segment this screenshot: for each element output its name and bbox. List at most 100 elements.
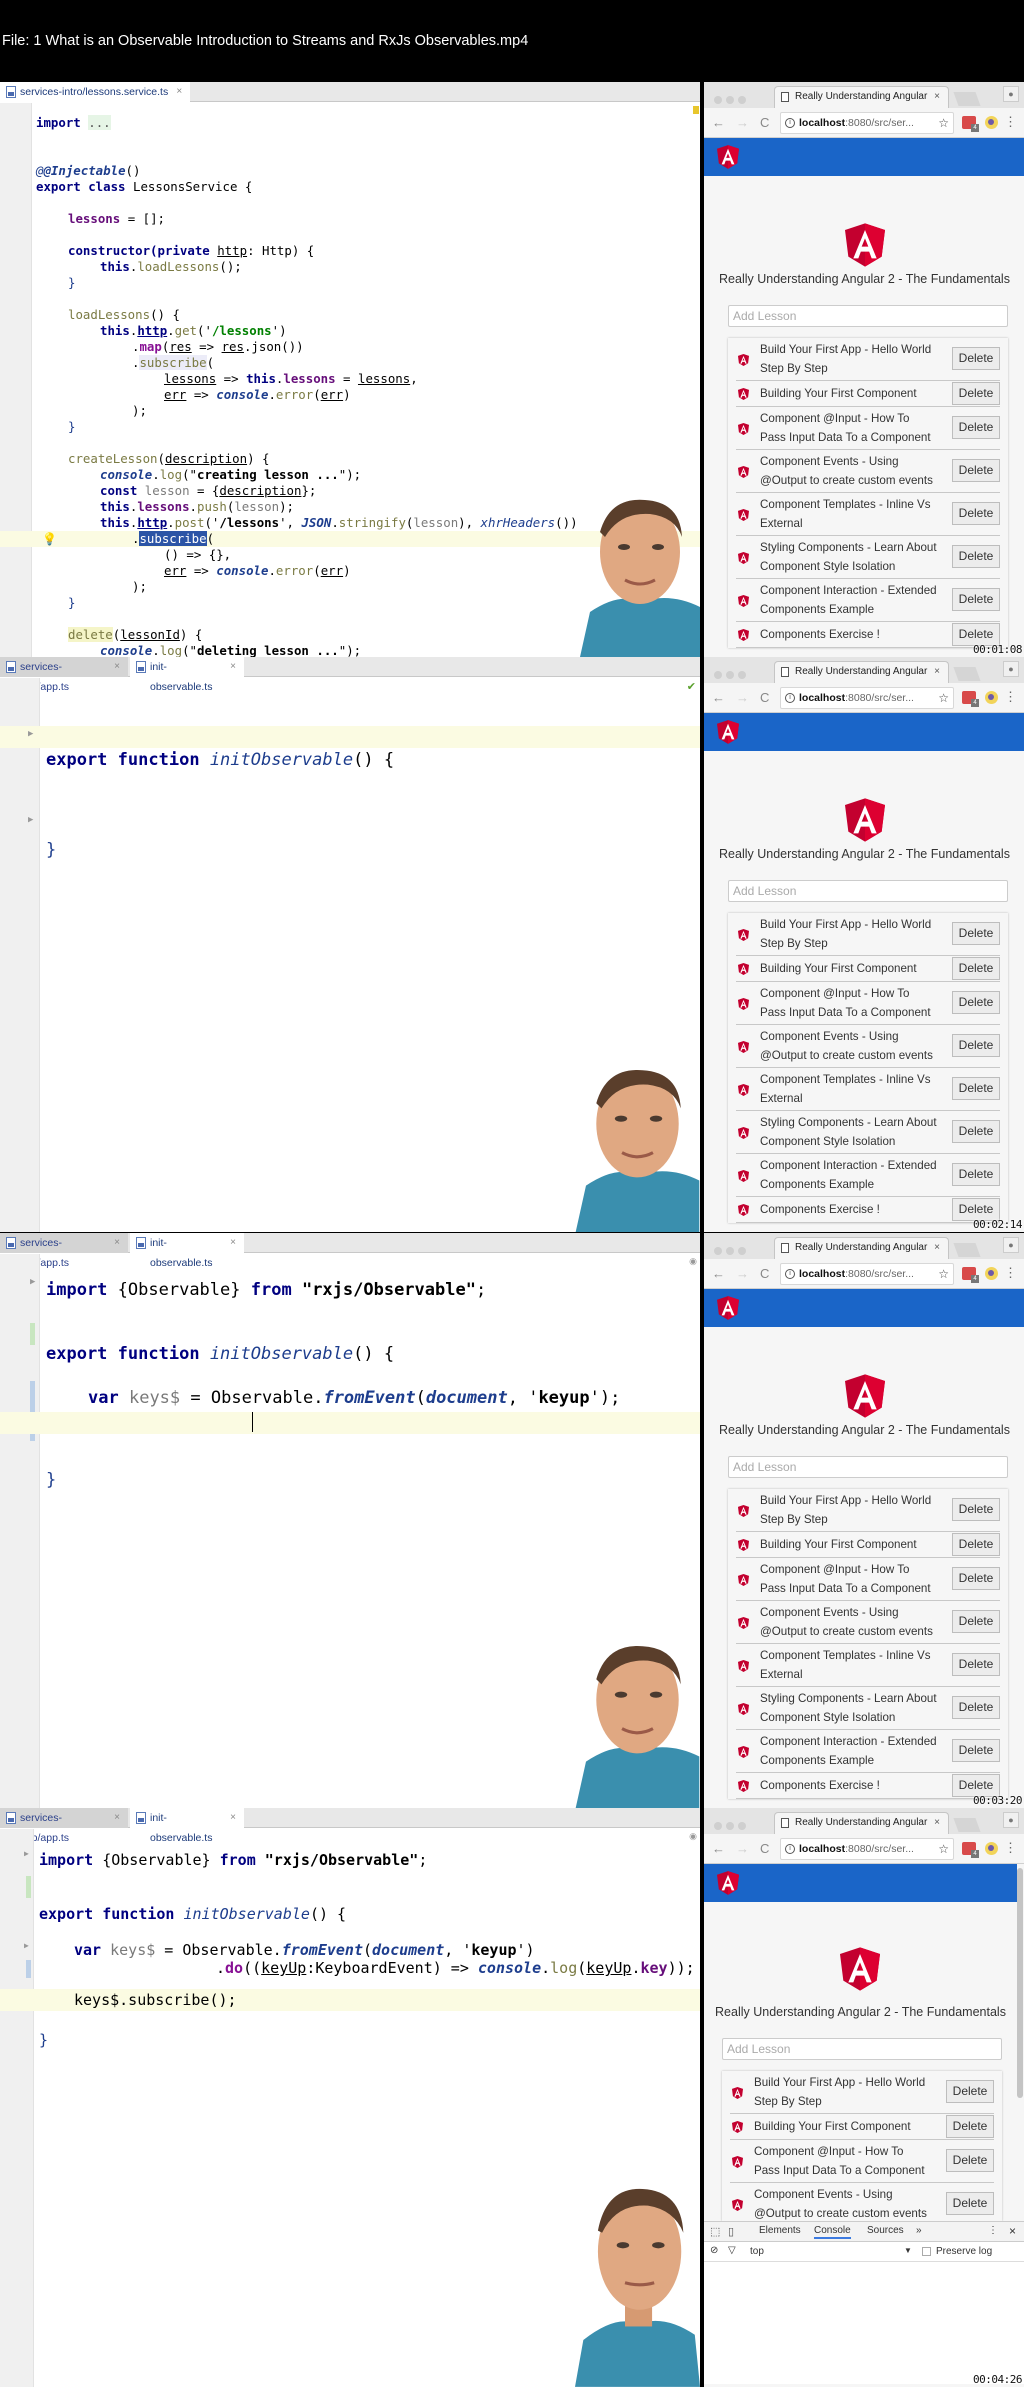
close-tab-icon[interactable]: × bbox=[230, 1808, 236, 1828]
bookmark-star-icon[interactable]: ☆ bbox=[938, 1839, 949, 1859]
address-bar[interactable]: i localhost:8080/src/ser... ☆ bbox=[780, 1838, 954, 1860]
delete-button[interactable]: Delete bbox=[952, 1533, 1000, 1556]
clear-console-icon[interactable]: ⊘ bbox=[710, 2245, 718, 2256]
back-icon[interactable]: ← bbox=[712, 690, 725, 705]
new-tab-button[interactable] bbox=[953, 1818, 981, 1832]
delete-button[interactable]: Delete bbox=[946, 2149, 994, 2172]
extension-icon[interactable] bbox=[985, 116, 998, 129]
extension-icon[interactable] bbox=[962, 1842, 979, 1858]
close-tab-icon[interactable]: × bbox=[114, 1233, 120, 1253]
browser-tab[interactable]: Really Understanding Angular × bbox=[774, 661, 949, 683]
fold-arrow-icon[interactable]: ▶ bbox=[24, 1937, 29, 1955]
devtools-tab-console[interactable]: Console bbox=[814, 2225, 851, 2239]
window-controls[interactable] bbox=[714, 1817, 750, 1835]
delete-button[interactable]: Delete bbox=[946, 2192, 994, 2215]
window-controls[interactable] bbox=[714, 666, 750, 684]
close-tab-icon[interactable]: × bbox=[114, 1808, 120, 1828]
close-tab-icon[interactable]: × bbox=[114, 657, 120, 677]
address-bar[interactable]: i localhost:8080/src/ser... ☆ bbox=[780, 687, 954, 709]
window-controls[interactable] bbox=[714, 91, 750, 109]
delete-button[interactable]: Delete bbox=[946, 2115, 994, 2138]
window-controls[interactable] bbox=[714, 1242, 750, 1260]
extension-icon[interactable] bbox=[985, 691, 998, 704]
forward-icon[interactable]: → bbox=[736, 690, 749, 705]
info-icon[interactable]: i bbox=[785, 1269, 795, 1279]
close-tab-icon[interactable]: × bbox=[176, 82, 182, 102]
add-lesson-input[interactable]: Add Lesson bbox=[722, 2038, 1002, 2060]
extension-icon[interactable] bbox=[962, 116, 979, 132]
menu-icon[interactable]: ⋮ bbox=[1004, 1265, 1017, 1281]
new-tab-button[interactable] bbox=[953, 1243, 981, 1257]
browser-tab[interactable]: Really Understanding Angular × bbox=[774, 1237, 949, 1259]
devtools-tab-sources[interactable]: Sources bbox=[867, 2225, 904, 2236]
delete-button[interactable]: Delete bbox=[952, 1120, 1000, 1143]
reload-icon[interactable]: C bbox=[760, 690, 769, 705]
close-tab-icon[interactable]: × bbox=[934, 662, 940, 682]
lightbulb-icon[interactable]: 💡 bbox=[42, 531, 57, 547]
editor-tab-lessons-service[interactable]: services-intro/lessons.service.ts × bbox=[0, 82, 191, 102]
extension-icon[interactable] bbox=[962, 691, 979, 707]
delete-button[interactable]: Delete bbox=[952, 1696, 1000, 1719]
fold-arrow-icon[interactable]: ▶ bbox=[28, 724, 33, 744]
address-bar[interactable]: i localhost:8080/src/ser... ☆ bbox=[780, 112, 954, 134]
close-tab-icon[interactable]: × bbox=[230, 657, 236, 677]
editor-tab-app[interactable]: services-http/app.ts × bbox=[0, 1233, 128, 1269]
extension-icon[interactable] bbox=[962, 1267, 979, 1283]
console-output[interactable] bbox=[704, 2262, 1024, 2384]
browser-tab[interactable]: Really Understanding Angular × bbox=[774, 1812, 949, 1834]
angular-logo-icon[interactable] bbox=[717, 145, 739, 169]
back-icon[interactable]: ← bbox=[712, 1841, 725, 1856]
delete-button[interactable]: Delete bbox=[952, 416, 1000, 439]
delete-button[interactable]: Delete bbox=[952, 347, 1000, 370]
close-tab-icon[interactable]: × bbox=[934, 1238, 940, 1258]
forward-icon[interactable]: → bbox=[736, 115, 749, 130]
profile-icon[interactable]: ● bbox=[1003, 86, 1019, 102]
fold-arrow-icon[interactable]: ▶ bbox=[24, 1845, 29, 1863]
delete-button[interactable]: Delete bbox=[952, 1739, 1000, 1762]
editor-tab-init-observable[interactable]: init-observable.ts × bbox=[130, 657, 244, 693]
profile-icon[interactable]: ● bbox=[1003, 1812, 1019, 1828]
extension-icon[interactable] bbox=[985, 1842, 998, 1855]
forward-icon[interactable]: → bbox=[736, 1266, 749, 1281]
context-select[interactable]: top bbox=[750, 2246, 764, 2257]
new-tab-button[interactable] bbox=[953, 92, 981, 106]
delete-button[interactable]: Delete bbox=[952, 382, 1000, 405]
delete-button[interactable]: Delete bbox=[952, 502, 1000, 525]
fold-arrow-icon[interactable]: ▶ bbox=[30, 1272, 35, 1292]
devtools-tab-elements[interactable]: Elements bbox=[759, 2225, 801, 2236]
bookmark-star-icon[interactable]: ☆ bbox=[938, 688, 949, 708]
devtools-more-tabs[interactable]: » bbox=[916, 2225, 922, 2236]
extension-icon[interactable] bbox=[985, 1267, 998, 1280]
angular-logo-icon[interactable] bbox=[717, 1296, 739, 1320]
editor-tab-app[interactable]: services-http/app.ts × bbox=[0, 1808, 128, 1844]
fold-arrow-icon[interactable]: ▶ bbox=[28, 810, 33, 830]
menu-icon[interactable]: ⋮ bbox=[1004, 114, 1017, 130]
reload-icon[interactable]: C bbox=[760, 1841, 769, 1856]
close-tab-icon[interactable]: × bbox=[230, 1233, 236, 1253]
delete-button[interactable]: Delete bbox=[952, 922, 1000, 945]
back-icon[interactable]: ← bbox=[712, 1266, 725, 1281]
reload-icon[interactable]: C bbox=[760, 1266, 769, 1281]
forward-icon[interactable]: → bbox=[736, 1841, 749, 1856]
delete-button[interactable]: Delete bbox=[952, 588, 1000, 611]
delete-button[interactable]: Delete bbox=[952, 1034, 1000, 1057]
delete-button[interactable]: Delete bbox=[952, 1610, 1000, 1633]
angular-logo-icon[interactable] bbox=[717, 1871, 739, 1895]
browser-tab[interactable]: Really Understanding Angular × bbox=[774, 86, 949, 108]
delete-button[interactable]: Delete bbox=[952, 545, 1000, 568]
bookmark-star-icon[interactable]: ☆ bbox=[938, 113, 949, 133]
back-icon[interactable]: ← bbox=[712, 115, 725, 130]
add-lesson-input[interactable]: Add Lesson bbox=[728, 1456, 1008, 1478]
delete-button[interactable]: Delete bbox=[952, 1077, 1000, 1100]
devtools-close-icon[interactable]: × bbox=[1009, 2224, 1016, 2238]
devtools-menu-icon[interactable]: ⋮ bbox=[988, 2225, 998, 2236]
info-icon[interactable]: i bbox=[785, 693, 795, 703]
bookmark-star-icon[interactable]: ☆ bbox=[938, 1264, 949, 1284]
reload-icon[interactable]: C bbox=[760, 115, 769, 130]
info-icon[interactable]: i bbox=[785, 1844, 795, 1854]
profile-icon[interactable]: ● bbox=[1003, 1237, 1019, 1253]
menu-icon[interactable]: ⋮ bbox=[1004, 1840, 1017, 1856]
delete-button[interactable]: Delete bbox=[952, 1567, 1000, 1590]
add-lesson-input[interactable]: Add Lesson bbox=[728, 305, 1008, 327]
page-scrollbar[interactable] bbox=[1017, 1868, 1023, 2098]
